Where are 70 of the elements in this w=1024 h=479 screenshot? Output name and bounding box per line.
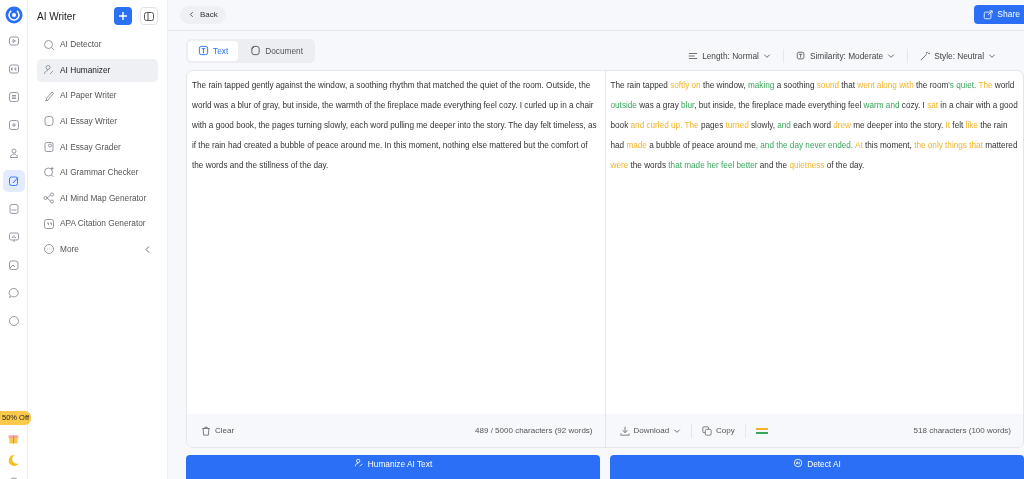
action-button[interactable]: Detect AI bbox=[610, 455, 1024, 479]
sidebar-item[interactable]: AI Paper Writer bbox=[37, 84, 158, 108]
logo-icon[interactable] bbox=[4, 6, 23, 24]
lines-icon bbox=[688, 51, 699, 61]
sidebar-item[interactable]: AI Detector bbox=[37, 33, 158, 56]
option-dropdown[interactable]: Style: Neutral bbox=[908, 49, 1008, 63]
pdf-icon[interactable] bbox=[7, 203, 20, 215]
chart-icon[interactable] bbox=[7, 231, 20, 243]
copy-icon bbox=[702, 425, 713, 436]
share-icon bbox=[983, 9, 994, 20]
back-button[interactable]: Back bbox=[180, 5, 226, 24]
pen-icon bbox=[43, 89, 55, 102]
input-text[interactable]: The rain tapped gently against the window, a soothing rhythm that matched the quiet of the room. Outside, the world was a blur of gray, but inside, the warmth of the fireplace made everything feel cozy. I curled up in a chair with a good book, the pages turning slowly, each word pulling me deeper into the story. The day felt timeless, as if the rain had created a bubble of peace around me. In this moment, nothing else mattered but the comfort of the words and the stillness of the day. bbox=[187, 71, 605, 414]
chevron-left-icon bbox=[188, 11, 195, 19]
plus-icon bbox=[118, 11, 128, 21]
chevron-down-icon bbox=[988, 52, 996, 60]
sidebar-item[interactable]: AI Essay Grader bbox=[37, 135, 158, 159]
edit-icon[interactable] bbox=[7, 175, 20, 187]
image-icon[interactable] bbox=[7, 259, 20, 271]
sidebar-item[interactable]: More bbox=[37, 237, 158, 261]
trash-icon bbox=[201, 425, 211, 436]
copy-button[interactable]: Copy bbox=[702, 424, 735, 437]
captions-icon[interactable] bbox=[7, 63, 20, 75]
sidebar-icon bbox=[144, 11, 154, 21]
highlight-legend-icon[interactable] bbox=[755, 426, 768, 435]
text-icon bbox=[198, 45, 209, 57]
chevron-down-icon bbox=[762, 52, 771, 60]
chevron-down-icon bbox=[887, 52, 896, 60]
sidebar-item[interactable]: AI Grammar Checker bbox=[37, 160, 158, 184]
download-icon bbox=[619, 425, 630, 436]
document-icon bbox=[250, 45, 262, 57]
list-icon[interactable] bbox=[7, 91, 20, 103]
person-icon[interactable] bbox=[7, 147, 20, 159]
magic-wand-icon bbox=[920, 51, 931, 61]
option-dropdown[interactable]: Similarity: Moderate bbox=[783, 49, 908, 63]
mode-tab[interactable]: Document bbox=[240, 40, 314, 61]
chevron-left-icon[interactable] bbox=[143, 244, 152, 254]
chat-icon[interactable] bbox=[7, 287, 20, 299]
output-text: The rain tapped softly on the window, making a soothing sound that went along with the room's quiet. The world outside was a gray blur, but inside, the fireplace made everything feel warm and cozy. I sat in a chair with a good book and curled up. The pages turned slowly, and each word drew me deeper into the story. It felt like the rain had made a bubble of peace around me, and the day never ended. At this moment, the only things that mattered were the words that made her feel better and the quietness of the day. bbox=[609, 80, 1019, 172]
more-icon[interactable] bbox=[7, 315, 20, 327]
person-edit-icon bbox=[43, 64, 55, 77]
sidebar-item[interactable]: APA Citation Generator bbox=[37, 212, 158, 236]
new-button[interactable] bbox=[114, 7, 132, 25]
video-icon[interactable] bbox=[7, 35, 20, 47]
moon-icon[interactable] bbox=[7, 454, 20, 467]
sidebar-title: AI Writer bbox=[37, 9, 77, 24]
share-button[interactable]: Share bbox=[974, 5, 1024, 25]
character-count: 518 characters (100 words) bbox=[913, 424, 1011, 437]
add-box-icon[interactable] bbox=[7, 119, 20, 131]
mode-tab[interactable]: Text bbox=[188, 40, 239, 61]
detector-icon bbox=[43, 38, 55, 51]
document-grade-icon bbox=[43, 140, 55, 153]
option-dropdown[interactable]: Length: Normal bbox=[676, 49, 783, 63]
person-edit-icon bbox=[353, 458, 364, 468]
quote-icon bbox=[43, 217, 55, 230]
detector-icon bbox=[793, 458, 804, 468]
grammar-check-icon bbox=[43, 166, 55, 179]
document-icon bbox=[43, 115, 55, 128]
download-button[interactable]: Download bbox=[619, 424, 682, 437]
mind-map-icon bbox=[43, 192, 55, 205]
sidebar-item[interactable]: AI Essay Writer bbox=[37, 109, 158, 133]
chevron-down-icon bbox=[673, 426, 682, 435]
sidebar-item[interactable]: AI Mind Map Generator bbox=[37, 186, 158, 210]
sidebar-toggle-button[interactable] bbox=[140, 7, 158, 25]
similarity-icon bbox=[795, 51, 806, 61]
more-icon bbox=[43, 243, 55, 256]
action-button[interactable]: Humanize AI Text bbox=[186, 455, 600, 479]
clear-button[interactable]: Clear bbox=[201, 424, 235, 437]
sidebar-item[interactable]: AI Humanizer bbox=[37, 58, 158, 82]
character-count: 489 / 5000 characters (92 words) bbox=[475, 424, 593, 437]
